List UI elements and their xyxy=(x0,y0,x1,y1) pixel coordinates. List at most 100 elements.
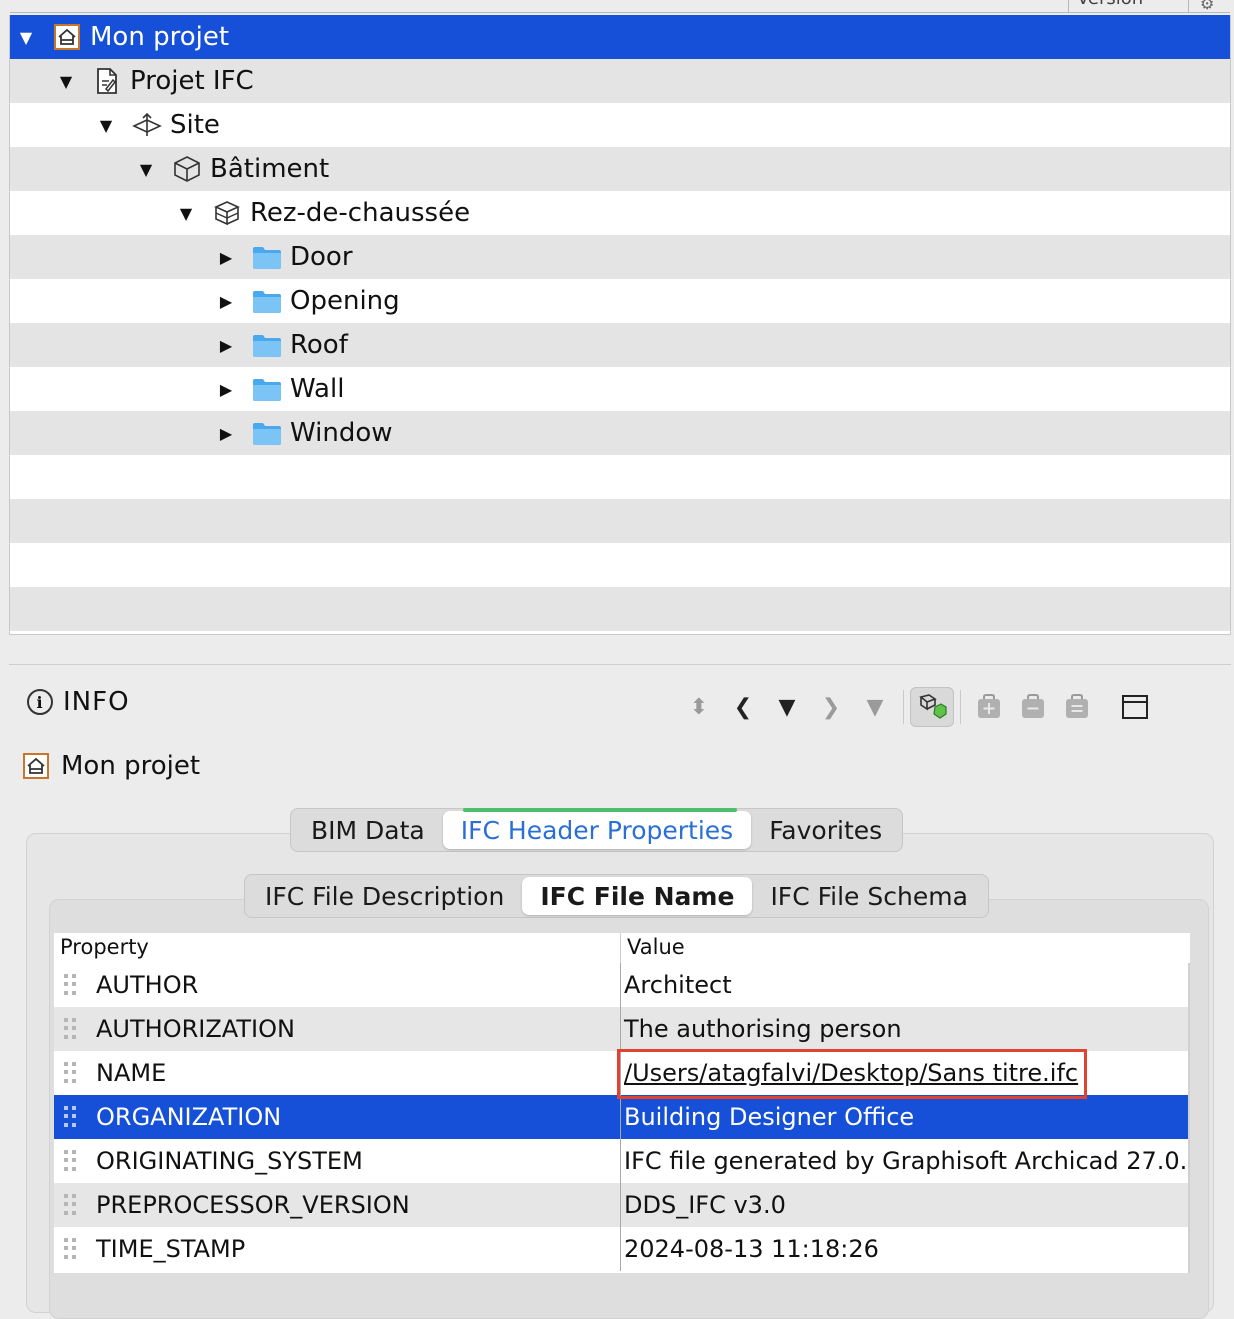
tab-favorites[interactable]: Favorites xyxy=(751,811,900,849)
folder-icon xyxy=(252,242,282,272)
building-cube-icon xyxy=(172,154,202,184)
drag-handle-icon[interactable] xyxy=(64,1194,78,1216)
table-edge xyxy=(1188,963,1190,1273)
folder-icon xyxy=(252,330,282,360)
tree-item-label: Bâtiment xyxy=(210,154,330,184)
tree-item-label: Door xyxy=(290,242,353,272)
drag-handle-icon[interactable] xyxy=(64,974,78,996)
selected-object: Mon projet xyxy=(23,751,200,781)
ifc-document-icon xyxy=(92,66,122,96)
property-name: PREPROCESSOR_VERSION xyxy=(96,1191,410,1219)
expand-arrow-icon[interactable]: ▼ xyxy=(54,72,78,91)
header-divider xyxy=(10,12,1230,13)
table-row[interactable]: AUTHORIZATION The authorising person xyxy=(54,1007,1188,1051)
tree-item-site[interactable]: ▼ Site xyxy=(10,103,1230,147)
tree-item-batiment[interactable]: ▼ Bâtiment xyxy=(10,147,1230,191)
expand-arrow-icon[interactable]: ▼ xyxy=(134,160,158,179)
property-value[interactable]: IFC file generated by Graphisoft Archica… xyxy=(620,1139,1188,1183)
column-options-icon[interactable]: ⚙ xyxy=(1200,0,1214,13)
project-house-icon xyxy=(23,753,49,779)
next-icon[interactable]: ❯ xyxy=(809,687,853,727)
tree-item-rez-de-chaussee[interactable]: ▼ Rez-de-chaussée xyxy=(10,191,1230,235)
property-name: TIME_STAMP xyxy=(96,1235,246,1263)
window-layout-icon[interactable] xyxy=(1113,687,1157,727)
expand-arrow-icon[interactable]: ▼ xyxy=(174,204,198,223)
property-name: ORGANIZATION xyxy=(96,1103,282,1131)
add-to-favorites-icon[interactable] xyxy=(967,687,1011,727)
property-value[interactable]: DDS_IFC v3.0 xyxy=(620,1183,1188,1227)
tree-item-label: Wall xyxy=(290,374,345,404)
expand-arrow-icon[interactable]: ▼ xyxy=(14,28,38,47)
property-value[interactable]: 2024-08-13 11:18:26 xyxy=(620,1227,1188,1271)
expand-arrow-icon[interactable]: ▼ xyxy=(94,116,118,135)
tree-item-label: Roof xyxy=(290,330,348,360)
empty-row xyxy=(10,543,1230,587)
info-header: i INFO xyxy=(27,687,130,717)
tab-ifc-header-properties[interactable]: IFC Header Properties xyxy=(442,808,752,849)
subtab-ifc-file-schema[interactable]: IFC File Schema xyxy=(752,877,985,915)
tree-item-mon-projet[interactable]: ▼ Mon projet xyxy=(10,15,1230,59)
property-value[interactable]: Building Designer Office xyxy=(620,1095,1188,1139)
subtab-ifc-file-description[interactable]: IFC File Description xyxy=(247,877,522,915)
tab-indicator xyxy=(462,808,738,812)
tree-item-projet-ifc[interactable]: ▼ Projet IFC xyxy=(10,59,1230,103)
collapse-arrow-icon[interactable]: ▶ xyxy=(214,292,238,311)
previous-icon[interactable]: ❮ xyxy=(721,687,765,727)
column-separator xyxy=(1188,0,1189,12)
select-in-model-icon[interactable] xyxy=(910,687,954,727)
tree-item-wall[interactable]: ▶ Wall xyxy=(10,367,1230,411)
empty-row xyxy=(10,587,1230,631)
tab-bim-data[interactable]: BIM Data xyxy=(293,811,443,849)
collapse-arrow-icon[interactable]: ▶ xyxy=(214,380,238,399)
table-row[interactable]: TIME_STAMP 2024-08-13 11:18:26 xyxy=(54,1227,1188,1271)
sort-icon[interactable]: ⬍ xyxy=(677,687,721,727)
folder-icon xyxy=(252,418,282,448)
tree-header-strip: Version ⚙ xyxy=(0,0,1234,14)
folder-icon xyxy=(252,286,282,316)
history-dropdown-icon[interactable]: ▼ xyxy=(765,687,809,727)
table-row[interactable]: AUTHOR Architect xyxy=(54,963,1188,1007)
property-value[interactable]: Architect xyxy=(620,963,1188,1007)
info-toolbar: ⬍ ❮ ▼ ❯ ▼ xyxy=(677,685,1157,729)
info-tabs: BIM Data IFC Header Properties Favorites xyxy=(290,808,904,852)
table-row[interactable]: PREPROCESSOR_VERSION DDS_IFC v3.0 xyxy=(54,1183,1188,1227)
project-tree[interactable]: ▼ Mon projet ▼ Projet IFC ▼ Site ▼ Bâtim… xyxy=(9,15,1231,635)
tree-item-opening[interactable]: ▶ Opening xyxy=(10,279,1230,323)
toolbar-separator xyxy=(903,690,904,724)
drag-handle-icon[interactable] xyxy=(64,1018,78,1040)
drag-handle-icon[interactable] xyxy=(64,1150,78,1172)
drag-handle-icon[interactable] xyxy=(64,1238,78,1260)
collapse-arrow-icon[interactable]: ▶ xyxy=(214,248,238,267)
table-row[interactable]: ORGANIZATION Building Designer Office xyxy=(54,1095,1188,1139)
collapse-arrow-icon[interactable]: ▶ xyxy=(214,336,238,355)
header-subtabs: IFC File Description IFC File Name IFC F… xyxy=(244,874,989,918)
tree-item-door[interactable]: ▶ Door xyxy=(10,235,1230,279)
table-row[interactable]: ORIGINATING_SYSTEM IFC file generated by… xyxy=(54,1139,1188,1183)
property-name: AUTHORIZATION xyxy=(96,1015,295,1043)
forward-dropdown-icon[interactable]: ▼ xyxy=(853,687,897,727)
drag-handle-icon[interactable] xyxy=(64,1062,78,1084)
tree-item-window[interactable]: ▶ Window xyxy=(10,411,1230,455)
version-column-header[interactable]: Version xyxy=(1068,0,1188,12)
storey-icon xyxy=(212,198,242,228)
subtab-ifc-file-name[interactable]: IFC File Name xyxy=(522,877,753,915)
toolbar-separator xyxy=(960,690,961,724)
column-header-property[interactable]: Property xyxy=(54,933,620,963)
tree-item-label: Window xyxy=(290,418,393,448)
collapse-arrow-icon[interactable]: ▶ xyxy=(214,424,238,443)
info-title: INFO xyxy=(63,687,130,717)
property-name: ORIGINATING_SYSTEM xyxy=(96,1147,363,1175)
remove-from-favorites-icon[interactable] xyxy=(1011,687,1055,727)
property-name: AUTHOR xyxy=(96,971,199,999)
property-value[interactable]: The authorising person xyxy=(620,1007,1188,1051)
column-header-value[interactable]: Value xyxy=(620,933,1190,963)
tree-item-label: Opening xyxy=(290,286,400,316)
favorites-list-icon[interactable] xyxy=(1055,687,1099,727)
info-icon: i xyxy=(27,689,53,715)
file-path-link[interactable]: /Users/atagfalvi/Desktop/Sans titre.ifc xyxy=(624,1059,1078,1087)
tree-item-roof[interactable]: ▶ Roof xyxy=(10,323,1230,367)
table-row[interactable]: NAME /Users/atagfalvi/Desktop/Sans titre… xyxy=(54,1051,1188,1095)
project-house-icon xyxy=(52,22,82,52)
tab-label: IFC Header Properties xyxy=(460,815,734,845)
drag-handle-icon[interactable] xyxy=(64,1106,78,1128)
